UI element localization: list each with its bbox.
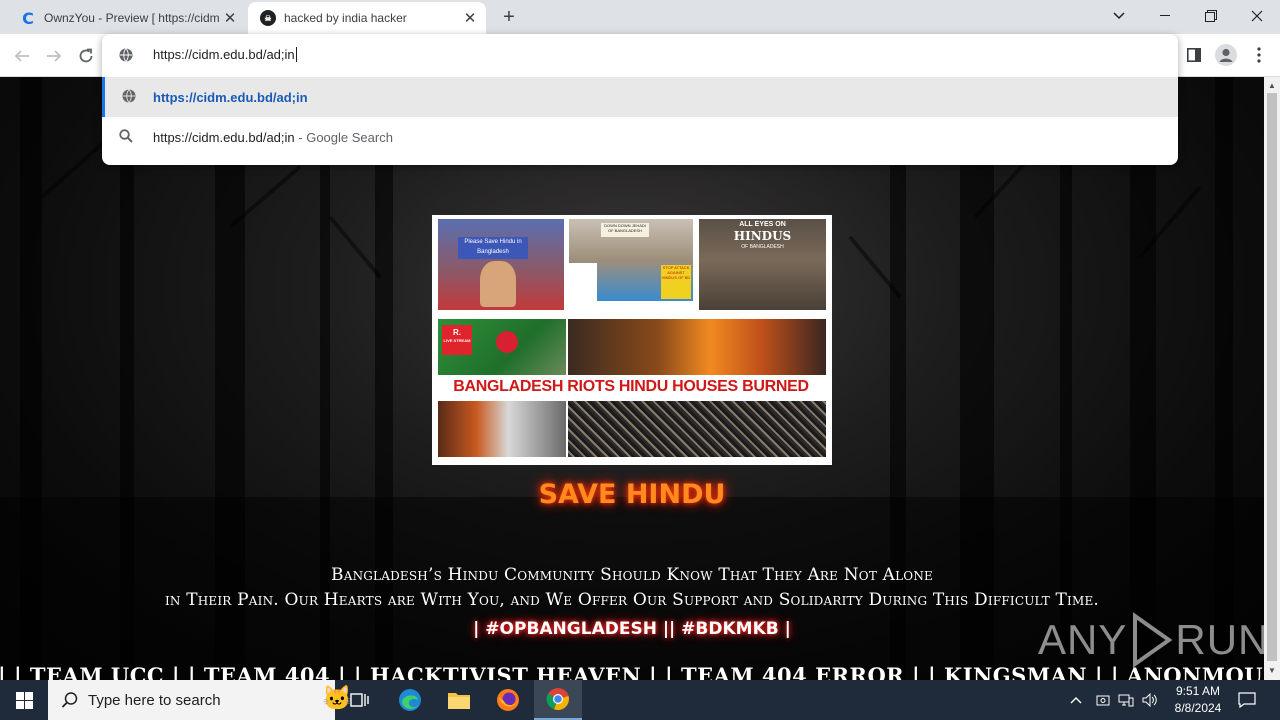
close-icon[interactable]: ✕ (460, 8, 480, 28)
live-stream-flag-image: R. LIVE STREAM (438, 319, 566, 375)
window-close-button[interactable] (1234, 0, 1280, 32)
task-view-icon[interactable] (336, 680, 384, 720)
back-arrow-icon[interactable] (8, 42, 36, 70)
banner-down-text: DOWN DOWN JEHADI OF BANGLADESH (601, 223, 649, 237)
stop-attack-sign-text: STOP ATTACK AGAINST HINDUS OF BD (661, 265, 691, 299)
restore-button[interactable] (1188, 0, 1234, 32)
collage-caption: BANGLADESH RIOTS HINDU HOUSES BURNED (438, 376, 824, 398)
tab-title: hacked by india hacker (284, 11, 407, 25)
watermark-any: ANY (1038, 616, 1128, 663)
play-triangle-icon (1133, 612, 1173, 668)
save-hindu-heading: SAVE HINDU (538, 479, 726, 510)
windows-start-icon[interactable] (0, 680, 48, 720)
chrome-icon[interactable] (534, 680, 582, 720)
page-scrollbar[interactable]: ▲ ▼ (1264, 77, 1280, 680)
suggestion-label: https://cidm.edu.bd/ad;in (153, 89, 308, 105)
scrollbar-thumb[interactable] (1267, 93, 1277, 661)
forward-arrow-icon[interactable] (40, 42, 68, 70)
side-panel-icon[interactable] (1181, 42, 1207, 68)
edge-browser-icon[interactable] (386, 680, 434, 720)
omnibox-suggestion-search[interactable]: https://cidm.edu.bd/ad;in - Google Searc… (102, 117, 1178, 157)
notification-center-icon[interactable] (1238, 680, 1256, 720)
tab-hacked-by-india-hacker[interactable]: ☠ hacked by india hacker ✕ (248, 2, 486, 34)
profile-avatar-icon[interactable] (1213, 42, 1239, 68)
globe-icon (119, 48, 133, 67)
watermark-run: RUN (1175, 616, 1264, 663)
more-menu-icon[interactable] (1246, 42, 1272, 68)
all-eyes-line2: HINDUS (733, 229, 792, 243)
close-icon[interactable]: ✕ (220, 8, 240, 28)
minimize-button[interactable] (1142, 0, 1188, 32)
taskbar-clock[interactable]: 9:51 AM 8/8/2024 (1170, 683, 1226, 717)
globe-icon (122, 89, 138, 105)
search-icon (119, 129, 135, 145)
reload-icon[interactable] (72, 42, 100, 70)
meet-now-icon[interactable] (1096, 680, 1110, 720)
windows-taskbar: Type here to search 🐱 9:51 AM 8/8/2024 (0, 680, 1280, 720)
tab-search-chevron-icon[interactable] (1096, 0, 1142, 32)
ownzyou-c-icon: C (22, 8, 34, 28)
web-page: Please Save Hindu in Bangladesh DOWN DOW… (0, 77, 1264, 680)
tab-strip: C OwnzYou - Preview [ https://cidm ✕ ☠ h… (0, 0, 1280, 34)
new-tab-button[interactable]: + (498, 6, 520, 28)
show-hidden-icons-chevron[interactable] (1070, 680, 1082, 720)
taskbar-search-box[interactable]: Type here to search 🐱 (48, 680, 352, 720)
volume-icon[interactable] (1142, 680, 1158, 720)
tab-ownzyou-preview[interactable]: C OwnzYou - Preview [ https://cidm ✕ (8, 2, 246, 34)
firefox-icon[interactable] (484, 680, 532, 720)
crowd-photo (568, 401, 826, 457)
fire-photo (568, 319, 826, 375)
live-stream-badge: R. LIVE STREAM (442, 325, 472, 355)
clock-date: 8/8/2024 (1174, 701, 1222, 715)
message-line-1: Bangladesh’s Hindu Community Should Know… (331, 565, 933, 585)
news-collage-image: Please Save Hindu in Bangladesh DOWN DOW… (432, 215, 832, 465)
burning-houses-photo (438, 401, 566, 457)
protest-photo-1: Please Save Hindu in Bangladesh (438, 219, 564, 310)
search-icon (61, 691, 79, 714)
message-line-2: in Their Pain. Our Hearts are With You, … (164, 590, 1100, 610)
skull-icon: ☠ (260, 10, 276, 26)
protest-sign-text: Please Save Hindu in Bangladesh (458, 237, 528, 259)
scroll-up-arrow-icon[interactable]: ▲ (1268, 81, 1276, 90)
text-caret (295, 47, 297, 62)
clock-time: 9:51 AM (1175, 684, 1221, 698)
protest-photo-2: DOWN DOWN JEHADI OF BANGLADESH STOP ATTA… (569, 219, 693, 301)
file-explorer-icon[interactable] (435, 680, 483, 720)
address-bar[interactable]: https://cidm.edu.bd/ad;in (102, 34, 1178, 76)
omnibox-dropdown: https://cidm.edu.bd/ad;in https://cidm.e… (102, 34, 1178, 165)
all-eyes-on-hindus-image: ALL EYES ON HINDUS OF BANGLADESH (699, 219, 826, 310)
anyrun-watermark: ANY RUN (1038, 612, 1264, 668)
live-badge-text: LIVE STREAM (443, 338, 471, 343)
scroll-down-arrow-icon[interactable]: ▼ (1268, 666, 1276, 675)
all-eyes-line1: ALL EYES ON (739, 221, 786, 228)
all-eyes-line3: OF BANGLADESH (741, 244, 784, 250)
search-placeholder: Type here to search (88, 692, 221, 709)
omnibox-suggestion-url[interactable]: https://cidm.edu.bd/ad;in (102, 77, 1178, 117)
suggestion-label: https://cidm.edu.bd/ad;in - Google Searc… (153, 129, 393, 145)
address-text[interactable]: https://cidm.edu.bd/ad;in (153, 47, 297, 62)
network-icon[interactable] (1118, 680, 1134, 720)
tab-title: OwnzYou - Preview [ https://cidm (44, 11, 220, 25)
live-badge-r: R. (453, 328, 461, 337)
